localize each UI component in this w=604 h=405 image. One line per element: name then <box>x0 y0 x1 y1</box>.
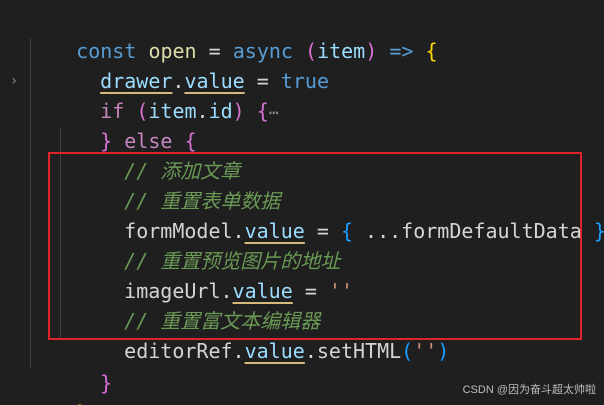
identifier-editorRef: editorRef <box>124 339 233 363</box>
paren-close: ) <box>437 339 450 363</box>
dot: . <box>196 99 209 123</box>
brace-open: { <box>256 99 269 123</box>
code-line-7: formModel.value = { ...formDefaultData } <box>76 186 604 243</box>
code-line-1: const open = async (item) => { <box>28 6 437 63</box>
string-literal: '' <box>413 339 438 363</box>
code-editor[interactable]: › const open = async (item) => { drawer.… <box>0 0 604 405</box>
property-value: value <box>244 339 305 363</box>
brace-close: } <box>100 371 113 395</box>
literal-true: true <box>280 69 329 93</box>
code-line-9: imageUrl.value = '' <box>76 246 353 303</box>
paren-close: ) <box>365 39 378 63</box>
identifier-formDefaultData: formDefaultData <box>401 219 582 243</box>
arrow: => <box>389 39 414 63</box>
code-line-11: editorRef.value.setHTML('') <box>76 306 449 363</box>
code-line-3: if (item.id) {⋯ <box>52 66 278 123</box>
brace-close: } <box>594 219 604 243</box>
code-line-12: } <box>52 338 112 395</box>
watermark: CSDN @因为奋斗超太帅啦 <box>462 384 596 396</box>
brace-open: { <box>425 39 438 63</box>
dot: . <box>304 339 317 363</box>
brace-open: { <box>340 219 353 243</box>
code-line-6: // 重置表单数据 <box>76 156 280 213</box>
code-line-13: } <box>28 368 88 405</box>
paren-open: ( <box>401 339 414 363</box>
chevron-right-icon[interactable]: › <box>6 72 22 90</box>
property-id: id <box>208 99 233 123</box>
code-line-8: // 重置预览图片的地址 <box>76 216 340 273</box>
code-line-4: } else { <box>52 96 196 153</box>
dot: . <box>232 339 245 363</box>
method-setHTML: setHTML <box>316 339 402 363</box>
folded-ellipsis[interactable]: ⋯ <box>269 103 279 122</box>
code-line-2: drawer.value = true <box>52 36 329 93</box>
code-line-10: // 重置富文本编辑器 <box>76 276 320 333</box>
paren-close: ) <box>232 99 245 123</box>
spread-operator: ... <box>365 219 402 243</box>
brace-close: } <box>76 401 88 405</box>
string-literal: '' <box>328 279 353 303</box>
